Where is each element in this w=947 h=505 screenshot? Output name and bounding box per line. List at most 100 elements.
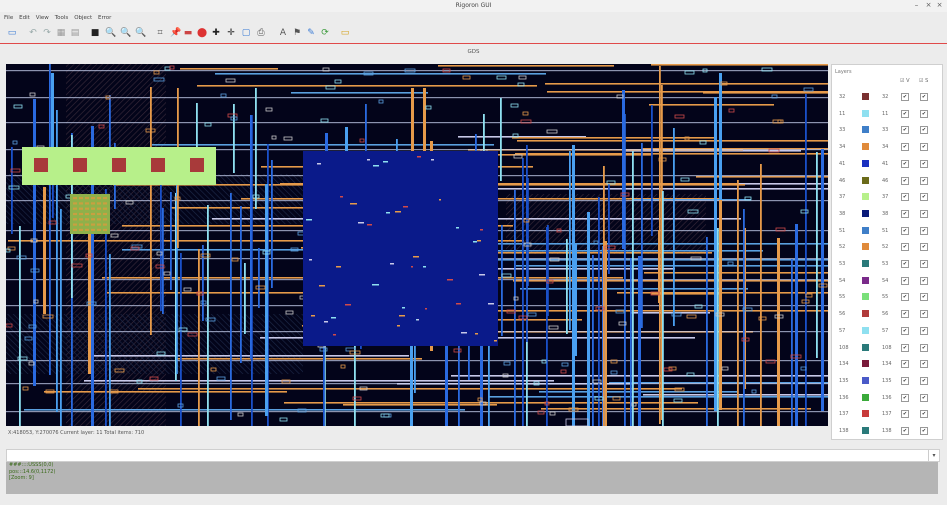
redo-icon[interactable]: ↷ <box>42 28 52 38</box>
layer-row[interactable]: 33 33 ✔ ✔ <box>832 122 942 139</box>
layer-row[interactable]: 134 134 ✔ ✔ <box>832 356 942 373</box>
chevron-down-icon[interactable]: ▾ <box>928 450 939 461</box>
layer-selectable-checkbox[interactable]: ✔ <box>920 293 928 302</box>
layer-row[interactable]: 34 34 ✔ ✔ <box>832 139 942 156</box>
layer-selectable-checkbox[interactable]: ✔ <box>920 226 928 235</box>
command-input[interactable]: ▾ <box>6 449 940 462</box>
layer-visible-checkbox[interactable]: ✔ <box>901 226 909 235</box>
layer-selectable-checkbox[interactable]: ✔ <box>920 193 928 202</box>
layer-row[interactable]: 56 56 ✔ ✔ <box>832 306 942 323</box>
layer-selectable-checkbox[interactable]: ✔ <box>920 243 928 252</box>
layer-row[interactable]: 46 46 ✔ ✔ <box>832 173 942 190</box>
layer-visible-checkbox[interactable]: ✔ <box>901 143 909 152</box>
fit-icon[interactable]: ■ <box>90 28 100 38</box>
layer-selectable-checkbox[interactable]: ✔ <box>920 393 928 402</box>
layer-row[interactable]: 136 136 ✔ ✔ <box>832 390 942 407</box>
layer-row[interactable]: 135 135 ✔ ✔ <box>832 373 942 390</box>
folder-icon[interactable]: ▭ <box>340 28 350 38</box>
layer-visible-checkbox[interactable]: ✔ <box>901 410 909 419</box>
tab-gds[interactable]: GDS <box>0 49 947 55</box>
print-icon[interactable]: ⎙ <box>256 28 266 38</box>
layer-visible-checkbox[interactable]: ✔ <box>901 310 909 319</box>
layer-selectable-checkbox[interactable]: ✔ <box>920 143 928 152</box>
layer-row[interactable]: 54 54 ✔ ✔ <box>832 273 942 290</box>
menu-object[interactable]: Object <box>74 13 92 23</box>
layer-selectable-checkbox[interactable]: ✔ <box>920 109 928 118</box>
layer-row[interactable]: 137 137 ✔ ✔ <box>832 406 942 423</box>
layer-row[interactable]: 53 53 ✔ ✔ <box>832 256 942 273</box>
layer-row[interactable]: 57 57 ✔ ✔ <box>832 323 942 340</box>
layer-selectable-checkbox[interactable]: ✔ <box>920 360 928 369</box>
layer-visible-checkbox[interactable]: ✔ <box>901 427 909 435</box>
layer-row[interactable]: 38 38 ✔ ✔ <box>832 206 942 223</box>
pin-icon[interactable]: 📌 <box>170 28 181 38</box>
layer-visible-checkbox[interactable]: ✔ <box>901 109 909 118</box>
layer-visible-checkbox[interactable]: ✔ <box>901 260 909 268</box>
layer-row[interactable]: 138 138 ✔ ✔ <box>832 423 942 440</box>
layer-visible-checkbox[interactable]: ✔ <box>901 193 909 202</box>
layer-selectable-checkbox[interactable]: ✔ <box>920 376 928 385</box>
minimize-button[interactable]: – <box>912 1 921 10</box>
layer-visible-checkbox[interactable]: ✔ <box>901 126 909 135</box>
layer-selectable-checkbox[interactable]: ✔ <box>920 93 928 101</box>
layer-selectable-checkbox[interactable]: ✔ <box>920 260 928 268</box>
layer-visible-checkbox[interactable]: ✔ <box>901 326 909 335</box>
layer-selectable-checkbox[interactable]: ✔ <box>920 410 928 419</box>
menu-edit[interactable]: Edit <box>19 13 30 23</box>
text-icon[interactable]: A <box>278 28 288 38</box>
layer-row[interactable]: 108 108 ✔ ✔ <box>832 340 942 357</box>
layer-row[interactable]: 51 51 ✔ ✔ <box>832 223 942 240</box>
layer-row[interactable]: 52 52 ✔ ✔ <box>832 239 942 256</box>
layer-row[interactable]: 32 32 ✔ ✔ <box>832 89 942 106</box>
add-icon[interactable]: ✛ <box>226 28 236 38</box>
maximize-button[interactable]: × <box>924 1 933 10</box>
layer-selectable-checkbox[interactable]: ✔ <box>920 159 928 168</box>
menu-view[interactable]: View <box>36 13 49 23</box>
flag-icon[interactable]: ⚑ <box>292 28 302 38</box>
layer-row[interactable]: 41 41 ✔ ✔ <box>832 156 942 173</box>
layout-canvas[interactable] <box>6 64 828 426</box>
crosshair-icon[interactable]: ⌗ <box>155 28 165 38</box>
layout-drawing[interactable] <box>6 64 828 426</box>
layer-row[interactable]: 37 37 ✔ ✔ <box>832 189 942 206</box>
layer-visible-checkbox[interactable]: ✔ <box>901 159 909 168</box>
layer-visible-checkbox[interactable]: ✔ <box>901 343 909 352</box>
refresh-icon[interactable]: ⟳ <box>320 28 330 38</box>
layer-selectable-checkbox[interactable]: ✔ <box>920 126 928 135</box>
layer-row[interactable]: 55 55 ✔ ✔ <box>832 289 942 306</box>
layer-visible-checkbox[interactable]: ✔ <box>901 243 909 252</box>
window-icon[interactable]: ▢ <box>241 28 251 38</box>
layer-visible-checkbox[interactable]: ✔ <box>901 176 909 185</box>
pencil-icon[interactable]: ✎ <box>306 28 316 38</box>
layer-selectable-checkbox[interactable]: ✔ <box>920 276 928 285</box>
layer-visible-checkbox[interactable]: ✔ <box>901 376 909 385</box>
marker-icon[interactable]: ⬤ <box>197 28 207 38</box>
layer-selectable-checkbox[interactable]: ✔ <box>920 326 928 335</box>
layer-selectable-checkbox[interactable]: ✔ <box>920 427 928 435</box>
layer-visible-checkbox[interactable]: ✔ <box>901 293 909 302</box>
layer-selectable-checkbox[interactable]: ✔ <box>920 343 928 352</box>
menu-file[interactable]: File <box>4 13 13 23</box>
layer-row[interactable]: 11 11 ✔ ✔ <box>832 106 942 123</box>
layer-selectable-checkbox[interactable]: ✔ <box>920 176 928 185</box>
grid-icon[interactable]: ▦ <box>56 28 66 38</box>
menu-tools[interactable]: Tools <box>55 13 69 23</box>
undo-icon[interactable]: ↶ <box>28 28 38 38</box>
layer-visible-checkbox[interactable]: ✔ <box>901 360 909 369</box>
vertical-wire <box>717 228 719 426</box>
save-icon[interactable]: ▭ <box>7 28 17 38</box>
layer-visible-checkbox[interactable]: ✔ <box>901 276 909 285</box>
layer-selectable-checkbox[interactable]: ✔ <box>920 209 928 218</box>
zoom-in-icon[interactable]: 🔍 <box>105 28 116 38</box>
zoom-icon[interactable]: 🔍 <box>135 28 146 38</box>
move-icon[interactable]: ✚ <box>211 28 221 38</box>
ruler-icon[interactable]: ▬ <box>183 28 193 38</box>
layer-visible-checkbox[interactable]: ✔ <box>901 93 909 101</box>
close-button[interactable]: × <box>935 1 944 10</box>
layer-visible-checkbox[interactable]: ✔ <box>901 209 909 218</box>
zoom-out-icon[interactable]: 🔍 <box>120 28 131 38</box>
layer-selectable-checkbox[interactable]: ✔ <box>920 310 928 319</box>
menu-error[interactable]: Error <box>98 13 111 23</box>
layers-icon[interactable]: ▤ <box>70 28 80 38</box>
layer-visible-checkbox[interactable]: ✔ <box>901 393 909 402</box>
